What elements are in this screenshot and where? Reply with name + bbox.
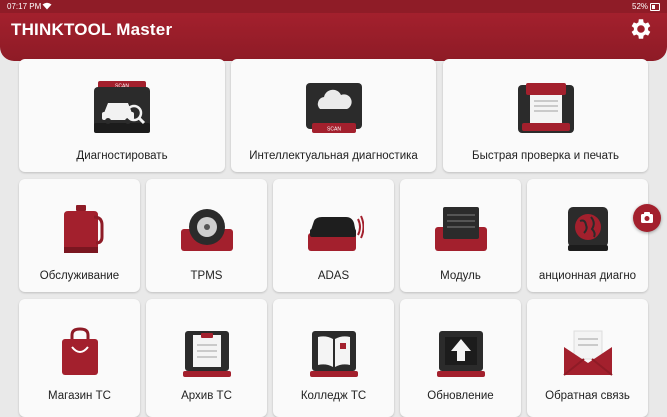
svg-text:SCAN: SCAN [327,127,341,133]
tile-archive-label: Архив ТС [181,390,232,402]
tile-shop-label: Магазин ТС [48,390,111,402]
tile-update[interactable]: Обновление [400,299,521,417]
battery-icon [650,3,660,11]
printer-icon [517,83,574,133]
tile-smart-diagnostics[interactable]: SCAN Интеллектуальная диагностика [231,59,436,172]
app-header: THINKTOOL Master [0,13,667,61]
tile-college[interactable]: Колледж ТС [273,299,394,417]
book-icon [309,331,358,377]
envelope-icon [562,330,613,376]
status-bar: 07:17 PM 52% [0,0,667,13]
tile-tpms-label: TPMS [190,270,223,282]
tile-remote-diagnostics-label: анционная диагно [538,270,637,282]
tile-feedback-label: Обратная связь [545,390,630,402]
tile-adas[interactable]: ADAS [273,179,394,292]
tile-diagnose-label: Диагностировать [76,150,168,162]
tile-module-label: Модуль [440,270,481,282]
shopping-bag-icon [61,327,98,375]
tile-quick-check-label: Быстрая проверка и печать [472,150,619,162]
tile-service-label: Обслуживание [39,270,120,282]
tile-shop[interactable]: Магазин ТС [19,299,140,417]
tile-remote-diagnostics[interactable]: анционная диагно [527,179,648,292]
globe-icon [567,207,608,251]
tile-archive[interactable]: Архив ТС [146,299,267,417]
tile-adas-label: ADAS [317,270,350,282]
battery-percentage: 52% [632,2,649,11]
tile-smart-diagnostics-label: Интеллектуальная диагностика [249,150,418,162]
upload-icon [436,331,485,377]
module-icon [434,207,487,251]
car-scan-icon: SCAN [94,81,150,133]
tile-update-label: Обновление [427,390,494,402]
adas-car-icon [307,215,364,251]
tile-module[interactable]: Модуль [400,179,521,292]
screenshot-button[interactable] [633,204,661,232]
tile-feedback[interactable]: Обратная связь [527,299,648,417]
status-time: 07:17 PM [7,2,42,11]
gear-icon[interactable] [627,16,653,42]
tile-tpms[interactable]: TPMS [146,179,267,292]
camera-icon [641,212,653,223]
tile-college-label: Колледж ТС [300,390,367,402]
tile-service[interactable]: Обслуживание [19,179,140,292]
cloud-scan-icon: SCAN [305,83,362,133]
app-title: THINKTOOL Master [11,20,173,39]
tile-diagnose[interactable]: SCAN Диагностировать [19,59,225,172]
wifi-icon [42,2,52,10]
tile-quick-check[interactable]: Быстрая проверка и печать [443,59,648,172]
tire-icon [180,209,233,251]
document-icon [182,331,231,377]
oil-can-icon [63,205,103,253]
